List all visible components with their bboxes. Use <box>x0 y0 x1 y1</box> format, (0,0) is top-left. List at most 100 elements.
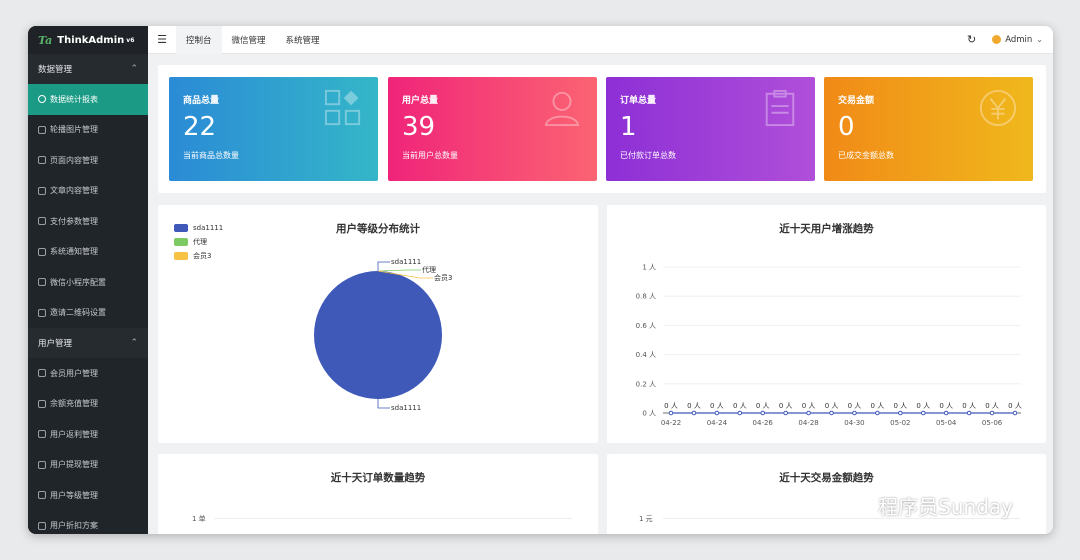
data-point[interactable] <box>737 410 743 416</box>
data-point[interactable] <box>875 410 880 416</box>
data-point[interactable] <box>668 410 674 416</box>
pie-label: sda1111 <box>391 404 421 412</box>
sidebar-item[interactable]: 支付参数管理 <box>28 206 148 237</box>
sidebar-item-label: 邀请二维码设置 <box>50 308 106 318</box>
avatar[interactable] <box>992 35 1002 44</box>
sidebar-item-label: 文章内容管理 <box>50 186 98 196</box>
discount-icon <box>38 521 46 530</box>
data-label: 0 人 <box>848 402 862 410</box>
data-label: 0 人 <box>710 402 724 410</box>
x-tick-label: 04-24 <box>707 419 728 427</box>
data-point[interactable] <box>691 410 697 416</box>
x-tick-label: 04-22 <box>661 419 681 427</box>
data-label: 0 人 <box>871 402 885 410</box>
sidebar-item[interactable]: 用户提现管理 <box>28 449 148 480</box>
sidebar-item[interactable]: 邀请二维码设置 <box>28 297 148 328</box>
data-point[interactable] <box>989 410 995 416</box>
sidebar-item-label: 页面内容管理 <box>50 155 98 165</box>
rebate-icon <box>38 430 46 439</box>
sidebar-group-users[interactable]: 用户管理 ⌃ <box>28 328 148 358</box>
stat-card-orders: 订单总量 1 已付款订单总数 <box>606 77 815 181</box>
data-label: 0 人 <box>733 402 747 410</box>
sidebar-item-label: 微信小程序配置 <box>50 277 106 287</box>
tab-console[interactable]: 控制台 <box>176 26 222 54</box>
stat-subtitle: 已成交金额总数 <box>838 151 894 160</box>
y-tick-label: 0.4 人 <box>636 351 656 359</box>
app-logo[interactable]: Ta ThinkAdmin v6 <box>28 26 148 54</box>
pie-label: 代理 <box>422 265 436 274</box>
stat-subtitle: 当前用户总数量 <box>402 151 458 160</box>
article-icon <box>38 186 46 195</box>
stat-card-users: 用户总量 39 当前用户总数量 <box>388 77 597 181</box>
tab-wechat[interactable]: 微信管理 <box>222 26 276 54</box>
y-tick-label: 1 单 <box>192 515 206 523</box>
chevron-down-icon[interactable]: ⌄ <box>1036 35 1043 44</box>
sidebar-item-label: 系统通知管理 <box>50 247 98 257</box>
tab-system[interactable]: 系统管理 <box>276 26 330 54</box>
pie-label: sda1111 <box>391 258 421 266</box>
x-tick-label: 04-28 <box>798 419 818 427</box>
sidebar-item[interactable]: 用户折扣方案 <box>28 510 148 534</box>
sidebar-item-label: 用户返利管理 <box>50 429 98 439</box>
data-point[interactable] <box>920 410 926 416</box>
menu-toggle-icon[interactable]: ☰ <box>148 33 176 46</box>
watermark: 程序员Sunday <box>846 491 1013 520</box>
x-tick-label: 05-02 <box>890 419 910 427</box>
data-point[interactable] <box>806 410 811 416</box>
app-window: Ta ThinkAdmin v6 数据管理 ⌃ 数据统计报表 轮播图片管理页面内容… <box>28 26 1053 534</box>
image-icon <box>38 125 46 134</box>
chart-icon <box>38 95 46 104</box>
refresh-icon[interactable]: ↻ <box>967 33 976 46</box>
data-point[interactable] <box>829 410 834 416</box>
pie-label: 会员3 <box>434 273 452 282</box>
sidebar: Ta ThinkAdmin v6 数据管理 ⌃ 数据统计报表 轮播图片管理页面内容… <box>28 26 148 534</box>
data-point[interactable] <box>1012 410 1018 416</box>
gridline <box>214 518 572 519</box>
data-point[interactable] <box>760 410 766 416</box>
data-point[interactable] <box>966 410 972 416</box>
data-label: 0 人 <box>962 402 976 410</box>
withdraw-icon <box>38 460 46 469</box>
page-icon <box>38 156 46 165</box>
data-label: 0 人 <box>779 402 793 410</box>
payment-icon <box>38 217 46 226</box>
user-menu[interactable]: Admin <box>1005 35 1032 45</box>
sidebar-item[interactable]: 余额充值管理 <box>28 388 148 419</box>
x-tick-label: 04-26 <box>753 419 774 427</box>
data-point[interactable] <box>898 410 903 416</box>
sidebar-item[interactable]: 页面内容管理 <box>28 145 148 176</box>
chevron-up-icon: ⌃ <box>130 338 138 348</box>
yen-icon <box>979 89 1017 127</box>
clipboard-icon <box>765 89 795 127</box>
chart-title: 近十天交易金额趋势 <box>779 472 874 484</box>
watermark-text: 程序员Sunday <box>878 495 1013 519</box>
sidebar-item-label: 余额充值管理 <box>50 399 98 409</box>
y-tick-label: 1 人 <box>642 264 656 272</box>
sidebar-item[interactable]: 微信小程序配置 <box>28 267 148 298</box>
data-label: 0 人 <box>687 402 701 410</box>
app-version: v6 <box>126 36 135 44</box>
sidebar-item[interactable]: 用户等级管理 <box>28 480 148 511</box>
data-point[interactable] <box>852 410 857 416</box>
sidebar-group-data[interactable]: 数据管理 ⌃ <box>28 54 148 84</box>
data-point[interactable] <box>943 410 949 416</box>
sidebar-item-label: 支付参数管理 <box>50 216 98 226</box>
data-point[interactable] <box>714 410 720 416</box>
data-point[interactable] <box>783 410 788 416</box>
x-tick-label: 05-04 <box>936 419 957 427</box>
sidebar-item[interactable]: 数据统计报表 <box>28 84 148 115</box>
balance-icon <box>38 399 46 408</box>
sidebar-item-label: 用户等级管理 <box>50 490 98 500</box>
data-label: 0 人 <box>825 402 839 410</box>
sidebar-group-label: 数据管理 <box>38 65 73 75</box>
x-tick-label: 04-30 <box>844 419 864 427</box>
data-label: 0 人 <box>916 402 930 410</box>
sidebar-item[interactable]: 用户返利管理 <box>28 419 148 450</box>
bell-icon <box>38 247 46 256</box>
chart-title: 近十天订单数量趋势 <box>330 472 426 484</box>
sidebar-item[interactable]: 轮播图片管理 <box>28 114 148 145</box>
sidebar-item[interactable]: 文章内容管理 <box>28 175 148 206</box>
pie-slice[interactable] <box>314 271 442 399</box>
sidebar-item[interactable]: 会员用户管理 <box>28 358 148 389</box>
sidebar-item[interactable]: 系统通知管理 <box>28 236 148 267</box>
